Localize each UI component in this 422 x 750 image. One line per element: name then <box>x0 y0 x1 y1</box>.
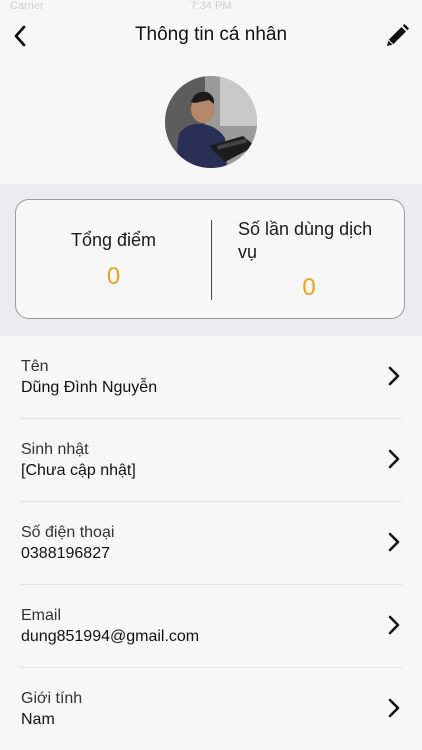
field-label: Tên <box>21 358 49 375</box>
total-points-value: 0 <box>106 263 121 290</box>
phone-row[interactable]: Số điện thoại 0388196827 <box>20 502 402 585</box>
page-title: Thông tin cá nhân <box>134 24 288 45</box>
nav-bar: Thông tin cá nhân <box>0 14 422 58</box>
name-row[interactable]: Tên Dũng Đình Nguyễn <box>20 336 402 419</box>
chevron-right-icon <box>388 698 400 718</box>
status-bar: Carrier 7:34 PM <box>0 0 422 14</box>
avatar[interactable] <box>165 76 257 168</box>
birthday-row[interactable]: Sinh nhật [Chưa cập nhật] <box>20 419 402 502</box>
avatar-section <box>0 58 422 184</box>
total-points-stat: Tổng điểm 0 <box>16 200 211 320</box>
usage-count-label: Số lần dùng dịch vụ <box>238 219 373 262</box>
field-value: Dũng Đình Nguyễn <box>21 379 158 396</box>
field-value: dung851994@gmail.com <box>21 628 200 645</box>
stats-section: Tổng điểm 0 Số lần dùng dịch vụ 0 <box>0 184 422 336</box>
total-points-label: Tổng điểm <box>70 230 157 250</box>
field-value: [Chưa cập nhật] <box>21 462 136 479</box>
field-value: 0388196827 <box>21 545 110 562</box>
field-label: Số điện thoại <box>21 524 115 541</box>
field-label: Giới tính <box>21 690 83 707</box>
chevron-right-icon <box>388 615 400 635</box>
gender-row[interactable]: Giới tính Nam <box>20 668 402 750</box>
back-button[interactable] <box>4 20 36 52</box>
clock: 7:34 PM <box>190 0 232 12</box>
chevron-right-icon <box>388 366 400 386</box>
field-label: Sinh nhật <box>21 441 89 458</box>
email-row[interactable]: Email dung851994@gmail.com <box>20 585 402 668</box>
chevron-left-icon <box>14 25 26 47</box>
chevron-right-icon <box>388 449 400 469</box>
pencil-icon <box>387 24 409 46</box>
stats-card: Tổng điểm 0 Số lần dùng dịch vụ 0 <box>15 199 405 319</box>
usage-count-value: 0 <box>302 274 316 301</box>
user-photo-icon <box>165 76 257 168</box>
usage-count-stat: Số lần dùng dịch vụ 0 <box>212 200 406 320</box>
profile-info-list: Tên Dũng Đình Nguyễn Sinh nhật [Chưa cập… <box>0 336 422 750</box>
chevron-right-icon <box>388 532 400 552</box>
edit-button[interactable] <box>380 19 414 53</box>
field-value: Nam <box>21 711 55 728</box>
field-label: Email <box>21 607 62 624</box>
